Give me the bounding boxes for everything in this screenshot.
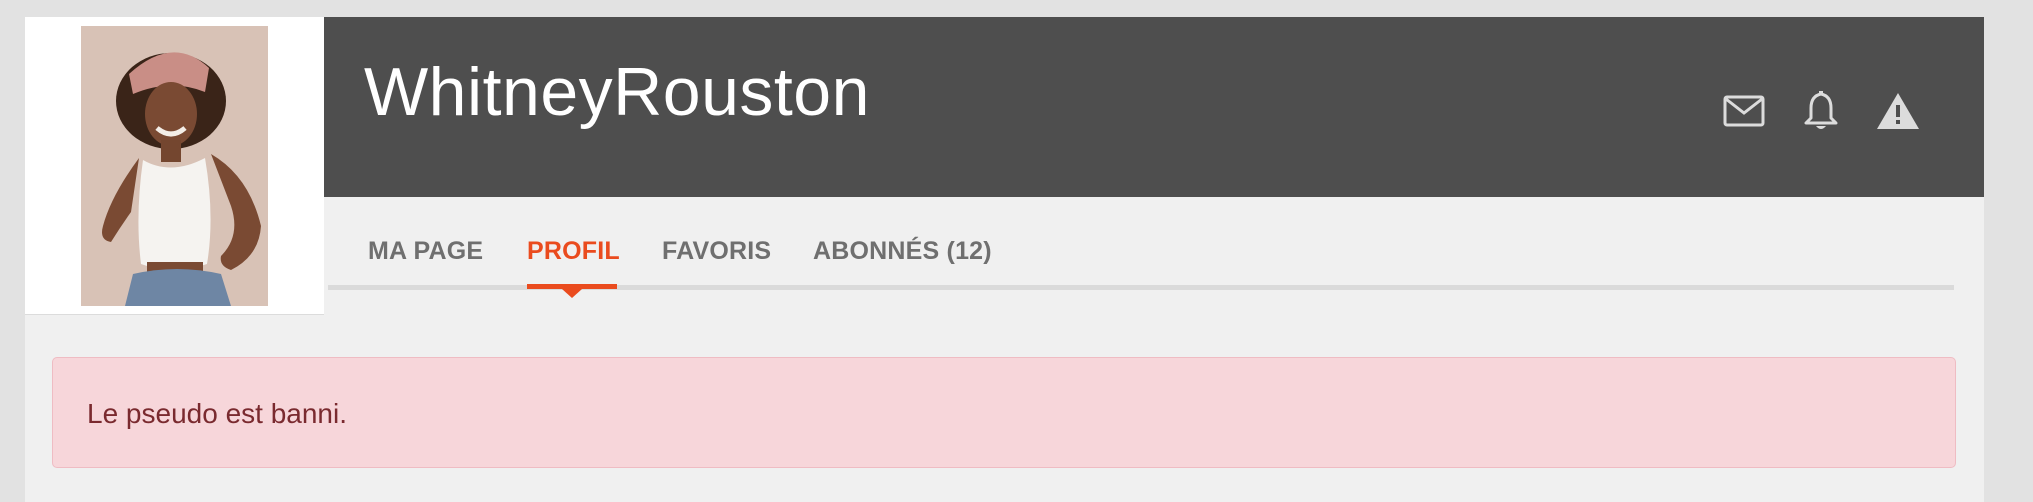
- alert-message: Le pseudo est banni.: [87, 398, 347, 429]
- tab-abonnes[interactable]: ABONNÉS (12): [813, 237, 992, 266]
- avatar-photo: [81, 26, 268, 306]
- avatar[interactable]: [81, 26, 268, 306]
- profile-tabs: MA PAGE PROFIL FAVORIS ABONNÉS (12): [324, 197, 1954, 298]
- avatar-frame: [25, 17, 324, 315]
- bell-icon[interactable]: [1798, 88, 1844, 134]
- tab-profil[interactable]: PROFIL: [527, 237, 620, 266]
- active-tab-caret: [562, 289, 582, 298]
- ban-alert: Le pseudo est banni.: [52, 357, 1956, 468]
- profile-username: WhitneyRouston: [364, 54, 870, 130]
- tab-favoris[interactable]: FAVORIS: [662, 237, 771, 266]
- mail-icon[interactable]: [1721, 88, 1767, 134]
- warning-icon[interactable]: [1875, 88, 1921, 134]
- tab-ma-page[interactable]: MA PAGE: [368, 237, 483, 266]
